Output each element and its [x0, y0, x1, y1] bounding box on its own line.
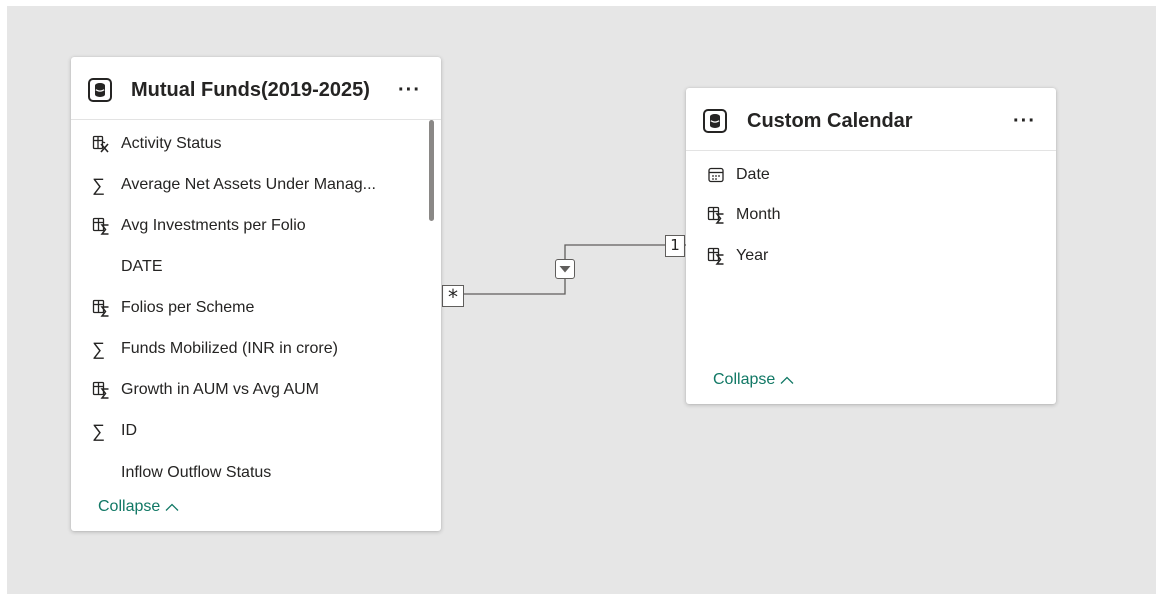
relationship-one-badge[interactable]: 1 [665, 235, 685, 257]
one-cardinality-label: 1 [670, 236, 680, 254]
field-label: Avg Investments per Folio [121, 217, 306, 234]
filter-direction-icon[interactable] [555, 259, 575, 279]
table-header[interactable]: Mutual Funds(2019-2025) ··· [71, 57, 441, 120]
field-growth-in-aum[interactable]: Growth in AUM vs Avg AUM [71, 378, 441, 402]
table-title: Mutual Funds(2019-2025) [131, 79, 370, 101]
field-label: Inflow Outflow Status [121, 464, 272, 481]
calculated-column-icon [92, 135, 109, 153]
measure-icon [92, 299, 109, 317]
field-inflow-outflow-status[interactable]: Inflow Outflow Status [71, 461, 441, 485]
field-label: Average Net Assets Under Manag... [121, 176, 376, 193]
field-year[interactable]: Year [686, 244, 1056, 268]
field-label: Date [736, 166, 770, 183]
table-card-custom-calendar[interactable]: Custom Calendar ··· Date Month Year Coll… [686, 88, 1056, 404]
collapse-label: Collapse [713, 371, 776, 388]
chevron-up-icon [165, 503, 179, 511]
field-month[interactable]: Month [686, 203, 1056, 227]
field-average-net-assets[interactable]: ∑ Average Net Assets Under Manag... [71, 173, 441, 197]
field-folios-per-scheme[interactable]: Folios per Scheme [71, 296, 441, 320]
collapse-button[interactable]: Collapse [713, 371, 795, 389]
field-avg-investments-per-folio[interactable]: Avg Investments per Folio [71, 214, 441, 238]
measure-icon [707, 206, 724, 224]
many-cardinality-label: * [448, 285, 458, 309]
table-header[interactable]: Custom Calendar ··· [686, 88, 1056, 151]
field-id[interactable]: ∑ ID [71, 419, 441, 443]
field-date[interactable]: Date [686, 163, 1056, 187]
table-title: Custom Calendar [747, 110, 913, 132]
field-label: ID [121, 422, 137, 439]
sigma-icon: ∑ [92, 339, 105, 359]
field-label: Growth in AUM vs Avg AUM [121, 381, 319, 398]
field-date[interactable]: DATE [71, 255, 441, 279]
field-label: Funds Mobilized (INR in crore) [121, 340, 338, 357]
field-label: Month [736, 206, 781, 223]
database-icon [88, 78, 112, 102]
relationship-many-badge[interactable]: * [442, 285, 464, 309]
field-label: Year [736, 247, 769, 264]
measure-icon [92, 381, 109, 399]
chevron-up-icon [780, 376, 794, 384]
sigma-icon: ∑ [92, 421, 105, 441]
field-funds-mobilized[interactable]: ∑ Funds Mobilized (INR in crore) [71, 337, 441, 361]
field-label: Activity Status [121, 135, 222, 152]
field-activity-status[interactable]: Activity Status [71, 132, 441, 156]
measure-icon [92, 217, 109, 235]
collapse-button[interactable]: Collapse [98, 498, 180, 516]
field-label: Folios per Scheme [121, 299, 255, 316]
field-label: DATE [121, 258, 163, 275]
sigma-icon: ∑ [92, 175, 105, 195]
collapse-label: Collapse [98, 498, 161, 515]
more-options-button[interactable]: ··· [398, 80, 421, 100]
measure-icon [707, 247, 724, 265]
calendar-icon [708, 167, 724, 183]
more-options-button[interactable]: ··· [1013, 111, 1036, 131]
table-card-mutual-funds[interactable]: Mutual Funds(2019-2025) ··· Activity Sta… [71, 57, 441, 531]
database-icon [703, 109, 727, 133]
